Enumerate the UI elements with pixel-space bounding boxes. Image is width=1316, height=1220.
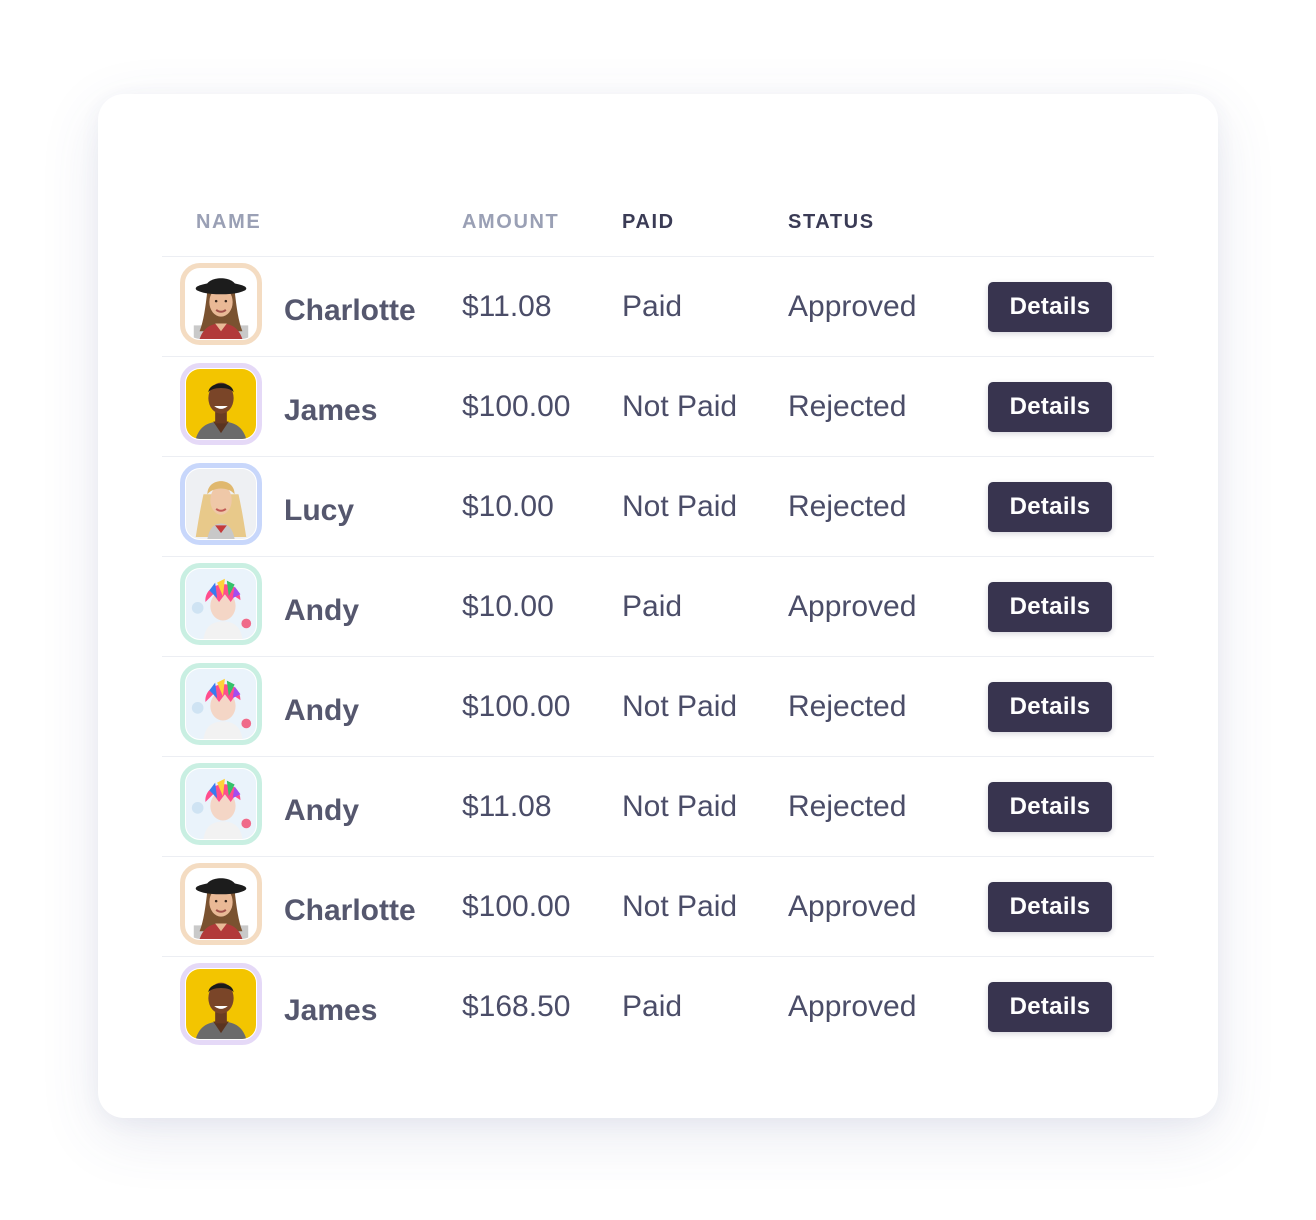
avatar-portrait-icon bbox=[186, 869, 256, 939]
row-paid-status: Not Paid bbox=[622, 390, 738, 423]
row-name: Andy bbox=[284, 694, 359, 727]
payments-card: NAME AMOUNT PAID STATUS Charlotte $11.08… bbox=[98, 94, 1218, 1118]
row-amount: $11.08 bbox=[462, 790, 552, 823]
row-name: James bbox=[284, 394, 378, 427]
avatar-portrait-icon bbox=[186, 969, 256, 1039]
details-button[interactable]: Details bbox=[988, 682, 1112, 732]
row-name: James bbox=[284, 994, 378, 1027]
details-button[interactable]: Details bbox=[988, 282, 1112, 332]
details-button[interactable]: Details bbox=[988, 782, 1112, 832]
row-name: Charlotte bbox=[284, 294, 416, 327]
row-paid-status: Not Paid bbox=[622, 490, 738, 523]
row-approval-status: Approved bbox=[788, 590, 917, 623]
table-row: Andy $11.08 Not Paid Rejected Details bbox=[162, 757, 1154, 857]
row-approval-status: Approved bbox=[788, 890, 917, 923]
avatar bbox=[180, 663, 262, 745]
row-amount: $168.50 bbox=[462, 990, 571, 1023]
row-amount: $11.08 bbox=[462, 290, 552, 323]
table-row: Lucy $10.00 Not Paid Rejected Details bbox=[162, 457, 1154, 557]
row-amount: $100.00 bbox=[462, 390, 571, 423]
details-button[interactable]: Details bbox=[988, 882, 1112, 932]
payments-table: NAME AMOUNT PAID STATUS Charlotte $11.08… bbox=[162, 190, 1154, 1056]
avatar-portrait-icon bbox=[186, 369, 256, 439]
page-background: NAME AMOUNT PAID STATUS Charlotte $11.08… bbox=[0, 0, 1316, 1220]
row-approval-status: Approved bbox=[788, 290, 917, 323]
column-header-paid[interactable]: PAID bbox=[622, 210, 675, 234]
avatar bbox=[180, 463, 262, 545]
row-paid-status: Not Paid bbox=[622, 890, 738, 923]
avatar-portrait-icon bbox=[186, 469, 256, 539]
row-name: Andy bbox=[284, 794, 359, 827]
avatar bbox=[180, 963, 262, 1045]
table-row: Andy $100.00 Not Paid Rejected Details bbox=[162, 657, 1154, 757]
avatar bbox=[180, 363, 262, 445]
row-paid-status: Not Paid bbox=[622, 690, 738, 723]
table-header: NAME AMOUNT PAID STATUS bbox=[162, 190, 1154, 257]
table-row: James $100.00 Not Paid Rejected Details bbox=[162, 357, 1154, 457]
details-button[interactable]: Details bbox=[988, 582, 1112, 632]
avatar-portrait-icon bbox=[186, 269, 256, 339]
row-amount: $10.00 bbox=[462, 590, 554, 623]
row-amount: $10.00 bbox=[462, 490, 554, 523]
row-paid-status: Not Paid bbox=[622, 790, 738, 823]
table-row: Charlotte $100.00 Not Paid Approved Deta… bbox=[162, 857, 1154, 957]
avatar-portrait-icon bbox=[186, 769, 256, 839]
column-header-status[interactable]: STATUS bbox=[788, 210, 875, 234]
avatar bbox=[180, 763, 262, 845]
details-button[interactable]: Details bbox=[988, 482, 1112, 532]
avatar-portrait-icon bbox=[186, 669, 256, 739]
row-paid-status: Paid bbox=[622, 290, 683, 323]
row-approval-status: Rejected bbox=[788, 690, 907, 723]
avatar bbox=[180, 263, 262, 345]
row-amount: $100.00 bbox=[462, 690, 571, 723]
table-row: Charlotte $11.08 Paid Approved Details bbox=[162, 257, 1154, 357]
column-header-amount[interactable]: AMOUNT bbox=[462, 210, 559, 234]
avatar bbox=[180, 563, 262, 645]
row-approval-status: Rejected bbox=[788, 490, 907, 523]
row-name: Charlotte bbox=[284, 894, 416, 927]
avatar-portrait-icon bbox=[186, 569, 256, 639]
row-amount: $100.00 bbox=[462, 890, 571, 923]
avatar bbox=[180, 863, 262, 945]
row-name: Andy bbox=[284, 594, 359, 627]
details-button[interactable]: Details bbox=[988, 982, 1112, 1032]
details-button[interactable]: Details bbox=[988, 382, 1112, 432]
row-name: Lucy bbox=[284, 494, 355, 527]
column-header-name[interactable]: NAME bbox=[196, 210, 261, 234]
row-approval-status: Approved bbox=[788, 990, 917, 1023]
row-approval-status: Rejected bbox=[788, 790, 907, 823]
row-paid-status: Paid bbox=[622, 990, 683, 1023]
row-approval-status: Rejected bbox=[788, 390, 907, 423]
table-row: Andy $10.00 Paid Approved Details bbox=[162, 557, 1154, 657]
table-row: James $168.50 Paid Approved Details bbox=[162, 957, 1154, 1056]
row-paid-status: Paid bbox=[622, 590, 683, 623]
